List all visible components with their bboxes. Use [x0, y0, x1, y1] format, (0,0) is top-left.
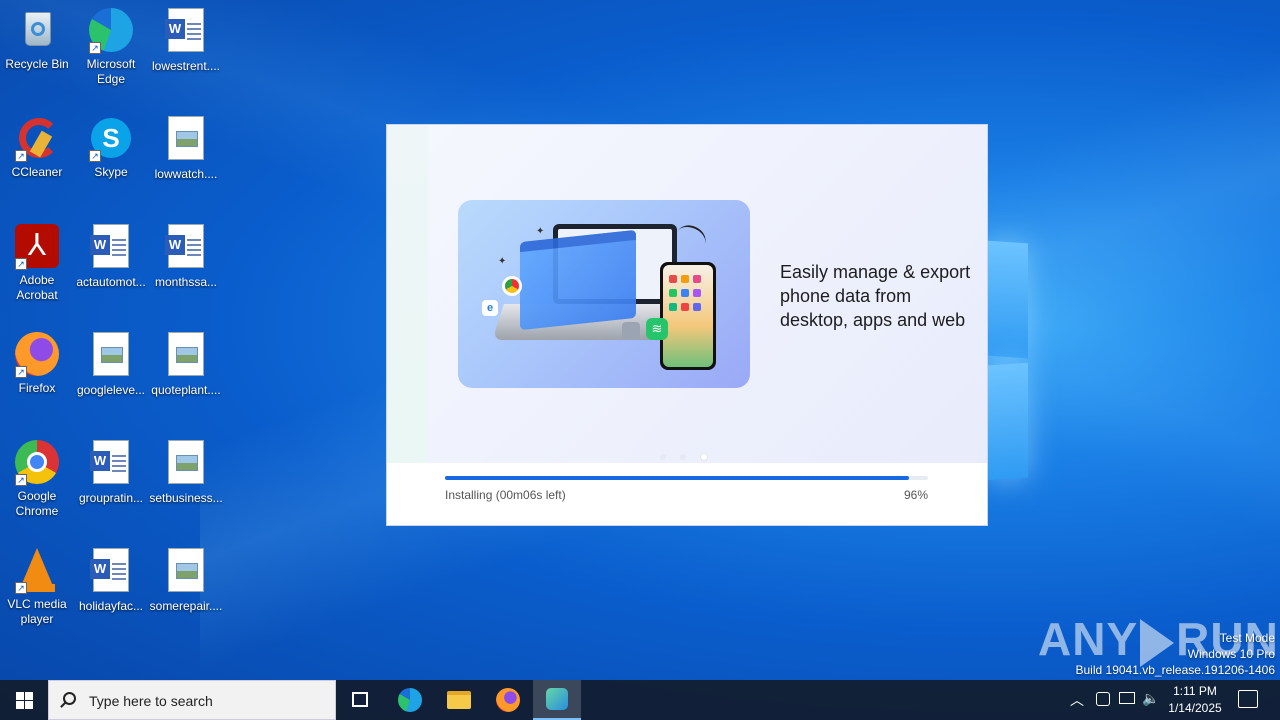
- image-doc-icon: [162, 440, 210, 488]
- desktop-icon-recycle-bin[interactable]: Recycle Bin: [0, 6, 74, 72]
- install-percent-text: 96%: [903, 488, 928, 502]
- desktop-icon-skype[interactable]: S ↗ Skype: [74, 114, 148, 180]
- install-progress-bar: [445, 476, 928, 480]
- edge-badge-icon: e: [482, 300, 498, 316]
- taskbar: Type here to search ︿ 🔈 1:11 PM 1/14/202…: [0, 680, 1280, 720]
- firefox-icon: ↗: [13, 330, 61, 378]
- desktop-icon-label: Skype: [94, 165, 128, 179]
- desktop-icon-lowestrent[interactable]: W lowestrent....: [149, 6, 223, 74]
- windows-logo-wallpaper: [988, 240, 1030, 481]
- curved-arrow-icon: [672, 220, 710, 256]
- carousel-dot[interactable]: [680, 454, 687, 460]
- word-doc-icon: W: [162, 224, 210, 272]
- image-doc-icon: [162, 116, 210, 164]
- installer-side-panel: [387, 125, 428, 463]
- word-doc-icon: W: [162, 8, 210, 56]
- network-icon[interactable]: [1119, 692, 1135, 704]
- taskbar-edge-button[interactable]: [386, 680, 434, 720]
- acrobat-icon: ⅄ ↗: [13, 222, 61, 270]
- desktop-icon-label: setbusiness...: [149, 491, 223, 505]
- sparkle-icon: ✦: [498, 256, 507, 267]
- chrome-badge-icon: [502, 276, 522, 296]
- desktop-icon-label: quoteplant....: [151, 383, 221, 397]
- installer-window[interactable]: e ≋ ✦ ✦ Easily manage & export phone dat…: [387, 125, 987, 525]
- desktop-icon-label: groupratin...: [78, 491, 144, 505]
- installer-promo-banner: e ≋ ✦ ✦ Easily manage & export phone dat…: [428, 125, 987, 463]
- desktop-icon-groupratin[interactable]: W groupratin...: [74, 438, 148, 506]
- edge-icon: [398, 688, 422, 712]
- sparkle-icon: ✦: [536, 226, 545, 237]
- start-button[interactable]: [0, 680, 48, 720]
- task-view-button[interactable]: [336, 680, 384, 720]
- taskbar-file-explorer-button[interactable]: [435, 680, 483, 720]
- meet-now-icon[interactable]: [1096, 692, 1110, 706]
- promo-headline: Easily manage & export phone data from d…: [780, 262, 971, 330]
- install-progress-fill: [445, 476, 909, 480]
- taskbar-clock[interactable]: 1:11 PM 1/14/2025: [1162, 683, 1228, 717]
- desktop-icon-label: lowwatch....: [154, 167, 218, 181]
- desktop-icon-label: lowestrent....: [151, 59, 221, 73]
- vlc-icon: ↗: [13, 546, 61, 594]
- desktop-icon-googleleve[interactable]: googleleve...: [74, 330, 148, 398]
- desktop-icon-firefox[interactable]: ↗ Firefox: [0, 330, 74, 396]
- desktop-icon-holidayfac[interactable]: W holidayfac...: [74, 546, 148, 614]
- folder-icon: [447, 691, 471, 709]
- desktop-icon-somerepair[interactable]: somerepair....: [149, 546, 223, 614]
- desktop-icon-label: Microsoft Edge: [86, 57, 136, 86]
- desktop-icon-monthssa[interactable]: W monthssa...: [149, 222, 223, 290]
- desktop-icon-actautomot[interactable]: W actautomot...: [74, 222, 148, 290]
- image-doc-icon: [162, 332, 210, 380]
- wifi-icon: ≋: [646, 318, 668, 340]
- word-doc-icon: W: [87, 440, 135, 488]
- skype-icon: S ↗: [87, 114, 135, 162]
- windows-test-mode-info: Test Mode Windows 10 Pro Build 19041.vb_…: [1075, 631, 1276, 677]
- desktop-icon-label: holidayfac...: [78, 599, 144, 613]
- desktop-icon-quoteplant[interactable]: quoteplant....: [149, 330, 223, 398]
- desktop-icon-label: CCleaner: [11, 165, 63, 179]
- desktop-icon-label: Google Chrome: [15, 489, 59, 518]
- installer-app-icon: [546, 688, 568, 710]
- firefox-icon: [496, 688, 520, 712]
- desktop-icon-setbusiness[interactable]: setbusiness...: [149, 438, 223, 506]
- show-hidden-icons-chevron-icon[interactable]: ︿: [1070, 690, 1084, 720]
- chrome-icon: ↗: [13, 438, 61, 486]
- desktop-icon-label: VLC media player: [7, 597, 67, 626]
- desktop-icon-label: actautomot...: [76, 275, 146, 289]
- promo-illustration: e ≋ ✦ ✦: [458, 200, 750, 388]
- carousel-dot[interactable]: [660, 454, 666, 460]
- taskbar-installer-button[interactable]: [533, 680, 581, 720]
- desktop-icon-ccleaner[interactable]: ↗ CCleaner: [0, 114, 74, 180]
- desktop-icon-label: somerepair....: [149, 599, 223, 613]
- desktop-icon-label: monthssa...: [154, 275, 218, 289]
- search-placeholder: Type here to search: [89, 693, 213, 709]
- app-window-illustration: [520, 229, 636, 331]
- carousel-dot-active[interactable]: [700, 454, 707, 460]
- install-status-text: Installing (00m06s left): [445, 488, 566, 502]
- task-view-icon: [352, 692, 368, 707]
- desktop-icon-microsoft-edge[interactable]: ↗ Microsoft Edge: [74, 6, 148, 87]
- image-doc-icon: [87, 332, 135, 380]
- word-doc-icon: W: [87, 224, 135, 272]
- desktop-icon-label: googleleve...: [76, 383, 146, 397]
- ccleaner-icon: ↗: [13, 114, 61, 162]
- taskbar-search-box[interactable]: Type here to search: [48, 680, 336, 720]
- desktop-icon-label: Adobe Acrobat: [16, 273, 58, 302]
- edge-icon: ↗: [87, 6, 135, 54]
- notification-center-icon[interactable]: [1238, 690, 1258, 708]
- phone-illustration: [660, 262, 716, 370]
- desktop-icon-adobe-acrobat[interactable]: ⅄ ↗ Adobe Acrobat: [0, 222, 74, 303]
- desktop-icon-google-chrome[interactable]: ↗ Google Chrome: [0, 438, 74, 519]
- word-doc-icon: W: [87, 548, 135, 596]
- search-icon: [63, 692, 76, 705]
- volume-icon[interactable]: 🔈: [1142, 690, 1159, 720]
- android-badge-icon: [622, 322, 640, 340]
- desktop-icon-label: Firefox: [18, 381, 56, 395]
- taskbar-firefox-button[interactable]: [484, 680, 532, 720]
- desktop-icon-vlc[interactable]: ↗ VLC media player: [0, 546, 74, 627]
- image-doc-icon: [162, 548, 210, 596]
- desktop-icon-lowwatch[interactable]: lowwatch....: [149, 114, 223, 182]
- recycle-bin-icon: [13, 6, 61, 54]
- desktop-icon-label: Recycle Bin: [5, 57, 69, 71]
- carousel-dots: [660, 447, 717, 465]
